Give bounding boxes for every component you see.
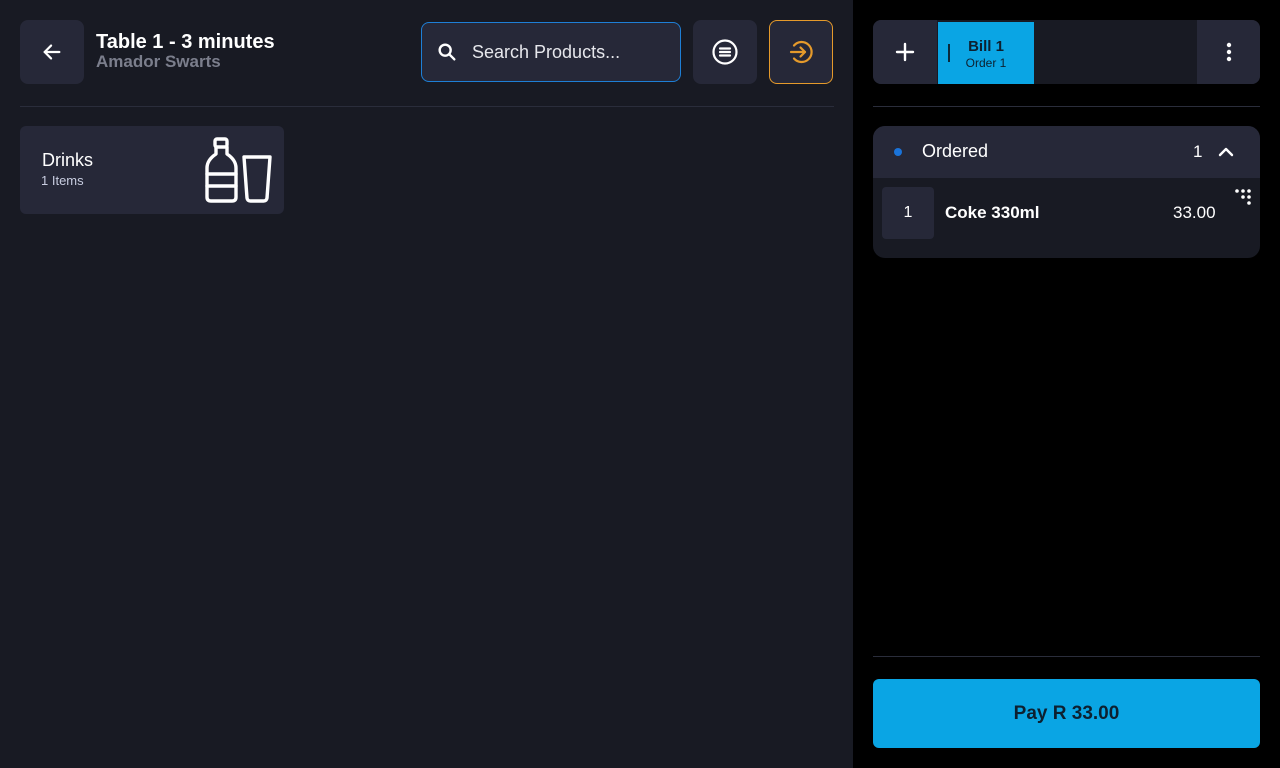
- search-box[interactable]: [421, 22, 681, 82]
- pay-button[interactable]: Pay R 33.00: [873, 679, 1260, 748]
- bill-tab-sublabel: Order 1: [965, 56, 1007, 70]
- footer-divider: [873, 656, 1260, 657]
- chevron-up-icon[interactable]: [1217, 143, 1235, 161]
- bill-panel: Bill 1 Order 1 Ordered 1 1 Coke 330ml 33…: [853, 0, 1280, 768]
- order-status: Ordered: [922, 141, 989, 161]
- arrow-left-icon: [43, 44, 61, 60]
- status-dot: [894, 148, 902, 156]
- item-name: Coke 330ml: [945, 203, 1040, 222]
- page-title: Table 1 - 3 minutes: [96, 31, 275, 53]
- item-quantity[interactable]: 1: [882, 187, 934, 239]
- order-list-button[interactable]: [693, 20, 757, 84]
- pos-app: Table 1 - 3 minutes Amador Swarts Search…: [0, 0, 1280, 768]
- search-input[interactable]: [472, 41, 662, 63]
- table-info: Table 1 - 3 minutes Amador Swarts: [96, 31, 275, 71]
- send-order-button[interactable]: [769, 20, 833, 84]
- bottle-and-glass-icon: [205, 137, 272, 203]
- back-button[interactable]: [20, 20, 84, 84]
- list-circle-icon: [712, 39, 738, 65]
- bill-tab-label: Bill 1: [968, 38, 1004, 55]
- plus-icon: [895, 42, 915, 62]
- order-line-item[interactable]: 1 Coke 330ml 33.00: [873, 178, 1260, 258]
- category-card-drinks[interactable]: Drinks 1 Items: [20, 126, 284, 214]
- add-bill-button[interactable]: [873, 20, 937, 84]
- item-price: 33.00: [1173, 203, 1216, 222]
- bill-divider: [873, 106, 1260, 107]
- customer-name: Amador Swarts: [96, 52, 221, 71]
- products-panel: Table 1 - 3 minutes Amador Swarts Search…: [0, 0, 853, 768]
- order-item-count: 1: [1193, 142, 1203, 161]
- order-group: Ordered 1 1 Coke 330ml 33.00: [873, 126, 1260, 258]
- category-name: Drinks: [42, 150, 94, 170]
- bill-tabs-bar: Bill 1 Order 1: [873, 20, 1260, 84]
- order-group-header[interactable]: Ordered 1: [873, 126, 1260, 178]
- drag-handle-icon[interactable]: [1234, 188, 1252, 206]
- header-divider: [20, 106, 834, 107]
- bill-tab-1[interactable]: Bill 1 Order 1: [938, 22, 1034, 84]
- bill-more-button[interactable]: [1197, 20, 1260, 84]
- arrow-right-circle-icon: [789, 40, 813, 64]
- more-vertical-icon: [1226, 42, 1231, 62]
- category-count: 1 Items: [41, 173, 84, 188]
- search-icon: [438, 43, 456, 61]
